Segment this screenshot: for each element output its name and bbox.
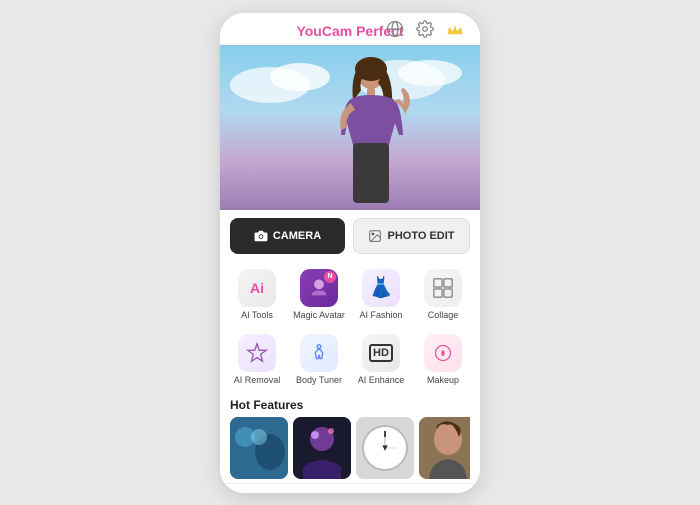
- hot-feature-thumb-1[interactable]: [230, 417, 288, 479]
- body-tuner-svg: [308, 342, 330, 364]
- new-badge: N: [324, 271, 336, 283]
- tool-magic-avatar[interactable]: N Magic Avatar: [290, 264, 348, 325]
- hot-features-title: Hot Features: [230, 398, 470, 412]
- tool-ai-removal[interactable]: AI Removal: [228, 329, 286, 390]
- ai-enhance-icon-box: HD: [362, 334, 400, 372]
- camera-icon: [254, 229, 268, 243]
- chevron-icon: ▾: [374, 437, 396, 459]
- collage-svg: [432, 277, 454, 299]
- globe-icon[interactable]: [384, 18, 406, 40]
- bottom-nav: [220, 483, 480, 493]
- ai-tools-label: AI Tools: [241, 310, 273, 320]
- tool-collage[interactable]: Collage: [414, 264, 472, 325]
- camera-label: CAMERA: [273, 230, 321, 242]
- makeup-svg: [433, 343, 453, 363]
- collage-label: Collage: [428, 310, 459, 320]
- top-bar: YouCam Perfect: [220, 13, 480, 45]
- body-tuner-label: Body Tuner: [296, 375, 342, 385]
- person-figure: [323, 55, 413, 210]
- photo-edit-icon: [368, 229, 382, 243]
- hot-features-section: Hot Features: [220, 394, 480, 483]
- magic-avatar-label: Magic Avatar: [293, 310, 345, 320]
- makeup-icon-box: [424, 334, 462, 372]
- magic-avatar-icon-box: N: [300, 269, 338, 307]
- nav-back-icon[interactable]: [411, 490, 439, 493]
- body-tuner-icon-box: [300, 334, 338, 372]
- top-icons: [384, 18, 466, 40]
- photo-edit-label: PHOTO EDIT: [387, 230, 454, 242]
- hot-features-scroll: ▾: [230, 417, 470, 479]
- page-background: YouCam Perfect: [0, 0, 700, 505]
- tool-body-tuner[interactable]: Body Tuner: [290, 329, 348, 390]
- ai-removal-icon-box: [238, 334, 276, 372]
- hero-image: [220, 45, 480, 210]
- ai-tools-icon-box: Ai: [238, 269, 276, 307]
- tool-ai-enhance[interactable]: HD AI Enhance: [352, 329, 410, 390]
- phone-frame: YouCam Perfect: [220, 13, 480, 493]
- tool-ai-fashion[interactable]: 👗 AI Fashion: [352, 264, 410, 325]
- tool-ai-tools[interactable]: Ai AI Tools: [228, 264, 286, 325]
- action-buttons: CAMERA PHOTO EDIT: [220, 210, 480, 260]
- ai-enhance-label: AI Enhance: [358, 375, 405, 385]
- crown-icon[interactable]: [444, 18, 466, 40]
- camera-button[interactable]: CAMERA: [230, 218, 345, 254]
- makeup-label: Makeup: [427, 375, 459, 385]
- nav-menu-icon[interactable]: [261, 492, 295, 493]
- photo-edit-button[interactable]: PHOTO EDIT: [353, 218, 470, 254]
- ai-removal-label: AI Removal: [234, 375, 281, 385]
- app-title-plain: YouCam: [296, 23, 352, 39]
- hot-feature-thumb-4[interactable]: [419, 417, 470, 479]
- tool-makeup[interactable]: Makeup: [414, 329, 472, 390]
- ai-fashion-icon-box: 👗: [362, 269, 400, 307]
- ai-fashion-label: AI Fashion: [359, 310, 402, 320]
- hot-feature-thumb-3[interactable]: ▾: [356, 417, 414, 479]
- settings-icon[interactable]: [414, 18, 436, 40]
- nav-home-icon[interactable]: [336, 490, 370, 493]
- ai-removal-svg: [246, 342, 268, 364]
- collage-icon-box: [424, 269, 462, 307]
- hot-feature-thumb-2[interactable]: [293, 417, 351, 479]
- tools-grid: Ai AI Tools N Magic Avatar 👗: [220, 260, 480, 394]
